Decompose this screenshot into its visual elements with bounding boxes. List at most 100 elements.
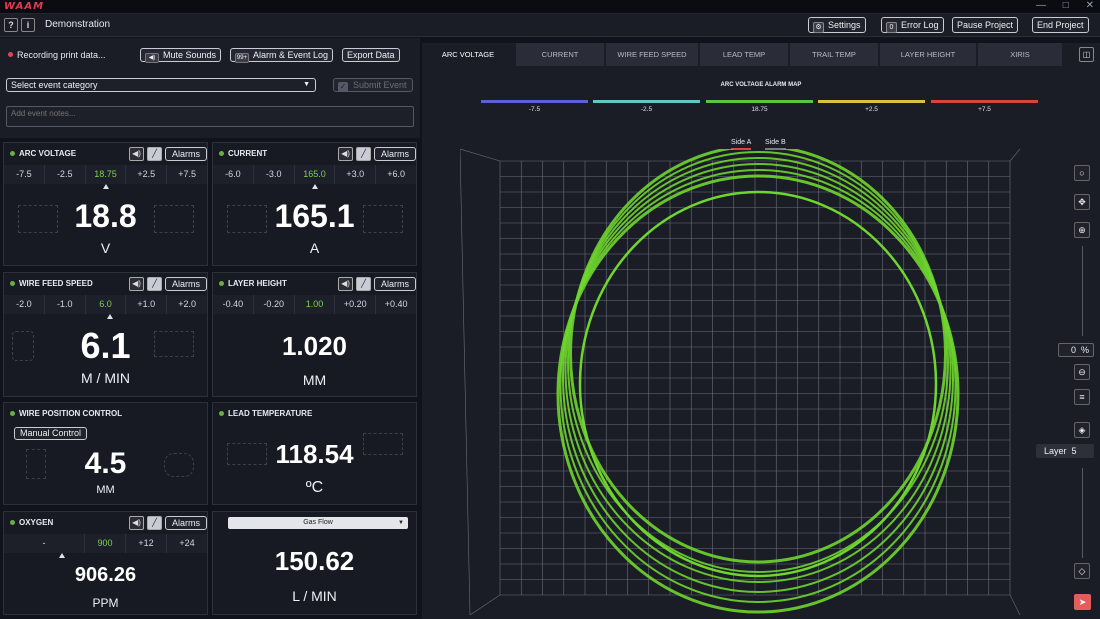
event-notes-input[interactable] [6, 106, 414, 127]
wire-feed-speed-unit: M / MIN [81, 370, 130, 386]
speaker-icon[interactable]: ◀) [129, 147, 144, 161]
legend-label-3: +2.5 [865, 106, 878, 113]
status-dot-icon [10, 281, 15, 286]
arc-voltage-unit: V [100, 240, 111, 256]
panel-header: LAYER HEIGHT ◀) ╱ Alarms [213, 273, 417, 294]
layer-indicator[interactable]: Layer 5 [1036, 444, 1094, 458]
layer-slider-track[interactable] [1082, 468, 1083, 558]
help-button[interactable]: ? [4, 18, 18, 32]
oxygen-panel: OXYGEN ◀) ╱ Alarms - 900 +12 +24 906.26 … [3, 511, 208, 615]
value-marker-icon [103, 184, 109, 189]
rotate-icon[interactable]: ○ [1074, 165, 1090, 181]
legend-label-2: 18.75 [751, 106, 768, 113]
3d-part-viewer[interactable] [460, 149, 1050, 615]
alarms-button[interactable]: Alarms [165, 516, 208, 530]
pen-icon[interactable]: ╱ [356, 277, 371, 291]
wire-position-value: 4.5 [84, 447, 127, 480]
send-icon[interactable]: ➤ [1074, 594, 1091, 610]
panel-header: OXYGEN ◀) ╱ Alarms [4, 512, 208, 533]
submit-event-button[interactable]: ✓ Submit Event [333, 78, 413, 92]
tab-lead-temp[interactable]: LEAD TEMP [700, 43, 788, 66]
status-dot-icon [219, 281, 224, 286]
panel-title: LAYER HEIGHT [228, 279, 287, 288]
split-view-icon[interactable]: ◫ [1079, 47, 1094, 62]
alarms-button[interactable]: Alarms [165, 147, 208, 161]
gear-icon: ⚙ [813, 22, 824, 33]
alarms-button[interactable]: Alarms [374, 277, 417, 291]
current-value: 165.1 [274, 198, 355, 234]
speaker-icon[interactable]: ◀) [338, 147, 353, 161]
sensor-tabs: ARC VOLTAGE CURRENT WIRE FEED SPEED LEAD… [422, 43, 1100, 66]
pen-icon[interactable]: ╱ [147, 516, 162, 530]
panel-header: CURRENT ◀) ╱ Alarms [213, 143, 417, 164]
info-button[interactable]: i [21, 18, 35, 32]
alarm-event-log-button[interactable]: 99+ Alarm & Event Log [230, 48, 334, 63]
pan-icon[interactable]: ✥ [1074, 194, 1090, 210]
speaker-icon[interactable]: ◀) [129, 516, 144, 530]
speaker-icon[interactable]: ◀) [338, 277, 353, 291]
tab-layer-height[interactable]: LAYER HEIGHT [880, 43, 976, 66]
tab-trail-temp[interactable]: TRAIL TEMP [790, 43, 878, 66]
zoom-slider-track[interactable] [1082, 246, 1083, 336]
sensor-select[interactable]: Gas Flow ▼ [228, 517, 408, 529]
legend-bar-1 [593, 100, 700, 103]
gas-flow-value: 150.62 [274, 546, 355, 576]
value-marker-icon [59, 553, 65, 558]
layer-height-unit: MM [302, 372, 327, 388]
speaker-icon[interactable]: ◀) [129, 277, 144, 291]
zoom-out-icon[interactable]: ⊖ [1074, 364, 1090, 380]
end-project-button[interactable]: End Project [1032, 17, 1089, 33]
maximize-icon[interactable]: □ [1063, 0, 1069, 11]
layer-height-panel: LAYER HEIGHT ◀) ╱ Alarms -0.40 -0.20 1.0… [212, 272, 417, 397]
manual-control-button[interactable]: Manual Control [14, 427, 88, 440]
gas-flow-panel: Gas Flow ▼ 150.62 L / MIN [212, 511, 417, 615]
pen-icon[interactable]: ╱ [356, 147, 371, 161]
tab-xiris[interactable]: XIRIS [978, 43, 1062, 66]
pen-icon[interactable]: ╱ [147, 147, 162, 161]
recording-status: Recording print data... [17, 50, 106, 60]
map-title: ARC VOLTAGE ALARM MAP [720, 82, 802, 88]
page-title: Demonstration [45, 19, 111, 30]
status-dot-icon [10, 151, 15, 156]
current-panel: CURRENT ◀) ╱ Alarms -6.0 -3.0 165.0 +3.0… [212, 142, 417, 266]
tab-wire-feed-speed[interactable]: WIRE FEED SPEED [606, 43, 698, 66]
value-marker-icon [107, 314, 113, 319]
status-dot-icon [10, 411, 15, 416]
status-dot-icon [219, 411, 224, 416]
alarms-button[interactable]: Alarms [374, 147, 417, 161]
legend-label-0: -7.5 [528, 106, 541, 113]
oxygen-unit: PPM [92, 596, 119, 610]
app-logo: WAAM [4, 1, 45, 12]
panel-header: LEAD TEMPERATURE [213, 403, 416, 424]
legend-bar-0 [481, 100, 588, 103]
layer-ring-4 [564, 157, 952, 583]
grid-edge [1009, 594, 1021, 615]
minimize-icon[interactable]: — [1036, 0, 1046, 11]
grid-edge [469, 594, 501, 615]
pen-icon[interactable]: ╱ [147, 277, 162, 291]
tolerance-scale: -0.40 -0.20 1.00 +0.20 +0.40 [213, 295, 416, 314]
chevron-down-icon: ▼ [398, 520, 404, 526]
tab-current[interactable]: CURRENT [516, 43, 604, 66]
alarms-button[interactable]: Alarms [165, 277, 208, 291]
close-icon[interactable]: ✕ [1086, 0, 1094, 11]
legend-bar-2 [706, 100, 813, 103]
zoom-in-icon[interactable]: ⊕ [1074, 222, 1090, 238]
fit-view-icon[interactable]: ≡ [1074, 389, 1090, 405]
layer-ring-1 [556, 174, 960, 614]
tolerance-scale: -7.5 -2.5 18.75 +2.5 +7.5 [4, 165, 207, 184]
zoom-level-readout[interactable]: 0 % [1058, 343, 1094, 357]
pause-project-button[interactable]: Pause Project [952, 17, 1019, 33]
legend-bar-4 [931, 100, 1038, 103]
settings-button[interactable]: ⚙ Settings [808, 17, 866, 33]
layers-icon[interactable]: ◈ [1074, 422, 1090, 438]
event-controls: Recording print data... ◀) Mute Sounds 99… [0, 38, 420, 138]
mute-sounds-button[interactable]: ◀) Mute Sounds [140, 48, 222, 63]
error-log-button[interactable]: 0 Error Log [881, 17, 944, 33]
legend-bar-3 [818, 100, 925, 103]
tab-arc-voltage[interactable]: ARC VOLTAGE [422, 43, 514, 66]
layer-down-icon[interactable]: ◇ [1074, 563, 1090, 579]
event-category-select[interactable]: Select event category ▼ [6, 78, 316, 92]
panel-title: OXYGEN [19, 518, 54, 527]
export-data-button[interactable]: Export Data [342, 48, 400, 62]
